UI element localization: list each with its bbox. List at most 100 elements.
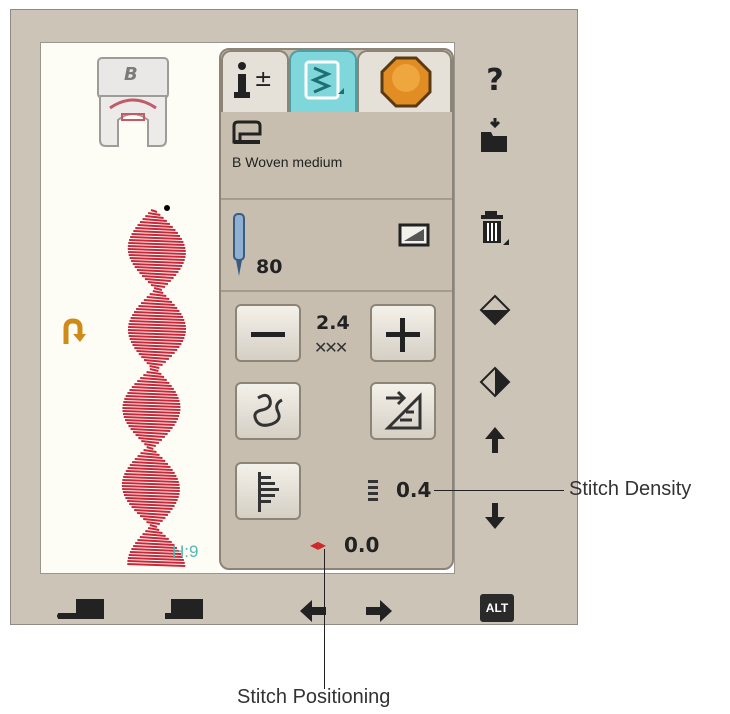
stitch-line (128, 326, 187, 330)
stitch-line (125, 497, 178, 501)
stitch-line (133, 545, 177, 549)
stitch-line (144, 278, 171, 282)
stitch-line (138, 353, 172, 357)
stitch-line (145, 215, 164, 219)
stitch-line (127, 392, 178, 396)
embroidery-mode-icon (380, 56, 432, 108)
stitch-line (130, 341, 182, 345)
stitch-line (147, 212, 161, 216)
stitch-line (131, 233, 181, 237)
stitch-line (132, 344, 180, 348)
minus-icon (251, 332, 285, 337)
stitch-line (125, 419, 177, 423)
stitch-line (128, 239, 184, 243)
free-arm-icon[interactable] (56, 597, 108, 623)
help-icon: ? (486, 62, 504, 98)
alt-button[interactable]: ALT (480, 594, 514, 622)
stitch-line (127, 467, 173, 471)
stitch-line (141, 356, 169, 360)
alt-label: ALT (485, 601, 509, 615)
stitch-preview (121, 209, 187, 567)
stitch-line (122, 479, 179, 483)
stitch-line (152, 290, 164, 294)
positioning-callout-label: Stitch Positioning (237, 686, 391, 708)
stitch-line (136, 350, 175, 354)
stitch-height-label: H:9 (172, 542, 199, 561)
stitch-positioning-value: 0.0 (344, 533, 380, 557)
stitch-line (134, 266, 181, 270)
stitch-line (139, 221, 170, 225)
open-file-button[interactable] (473, 115, 517, 155)
stitch-line (137, 380, 170, 384)
move-down-button[interactable] (473, 496, 517, 536)
delete-button[interactable] (473, 208, 517, 248)
stitch-line (130, 428, 171, 432)
stitch-line (133, 230, 178, 234)
stitch-line (128, 335, 185, 339)
stitch-line (132, 431, 168, 435)
stitch-line (122, 491, 180, 495)
stitch-line (128, 242, 185, 246)
stitch-line (139, 272, 177, 276)
arrow-up-icon (485, 427, 505, 453)
stitch-line (135, 434, 165, 438)
stitch-line (146, 362, 163, 366)
stitch-line (149, 368, 159, 372)
stitch-line (123, 416, 178, 420)
tapering-icon (384, 390, 422, 430)
mirror-vertical-icon (479, 294, 511, 326)
stitch-line (150, 284, 166, 288)
stitch-line (122, 407, 181, 411)
stitch-line (124, 473, 177, 477)
info-plus-minus-icon: ± (234, 62, 272, 98)
mirror-horizontal-icon (479, 366, 511, 398)
stitch-width-value: 2.4 (316, 312, 350, 334)
stitch-line (128, 332, 186, 336)
mirror-horizontal-button[interactable] (473, 362, 517, 402)
sewing-machine-icon (232, 120, 262, 144)
stitch-line (137, 539, 172, 543)
plus-icon-vertical (400, 318, 405, 352)
stitch-line (131, 260, 184, 264)
stitch-line (128, 425, 173, 429)
stitch-line (125, 470, 175, 474)
stitch-line (129, 257, 185, 261)
stitch-line (139, 536, 169, 540)
stitch-line (149, 293, 167, 297)
stitch-line (129, 338, 184, 342)
stabilizer-icon[interactable] (398, 223, 430, 247)
stitch-line (143, 299, 173, 303)
flatbed-icon[interactable] (163, 597, 209, 623)
positioning-callout-line (324, 549, 325, 689)
help-button[interactable]: ? (473, 60, 517, 100)
stitch-line (129, 320, 186, 324)
reverse-icon[interactable] (62, 318, 86, 346)
stitch-line (132, 263, 183, 267)
stitch-line (142, 218, 167, 222)
stitch-line (134, 458, 166, 462)
stitch-line (144, 443, 156, 447)
stitch-line (140, 302, 175, 306)
move-up-button[interactable] (473, 420, 517, 460)
stitch-line (130, 236, 182, 240)
stitch-line (143, 449, 157, 453)
stitch-line (127, 563, 186, 567)
arrow-down-icon (485, 503, 505, 529)
stitch-line (147, 527, 160, 531)
stitch-line (132, 461, 169, 465)
stitch-line (141, 440, 160, 444)
stitch-line (121, 485, 180, 489)
svg-text:±: ± (254, 67, 272, 92)
stitch-line (129, 389, 176, 393)
stitch-line (125, 395, 179, 399)
arrow-right-icon[interactable] (364, 598, 394, 624)
mirror-vertical-button[interactable] (473, 290, 517, 330)
stitch-line (146, 371, 162, 375)
stitch-line (140, 452, 160, 456)
stitch-density-value: 0.4 (396, 478, 432, 502)
stitch-line (123, 476, 178, 480)
stitch-line (136, 512, 169, 516)
stitch-line (147, 281, 169, 285)
stitch-line (136, 308, 180, 312)
stitch-line (149, 365, 160, 369)
